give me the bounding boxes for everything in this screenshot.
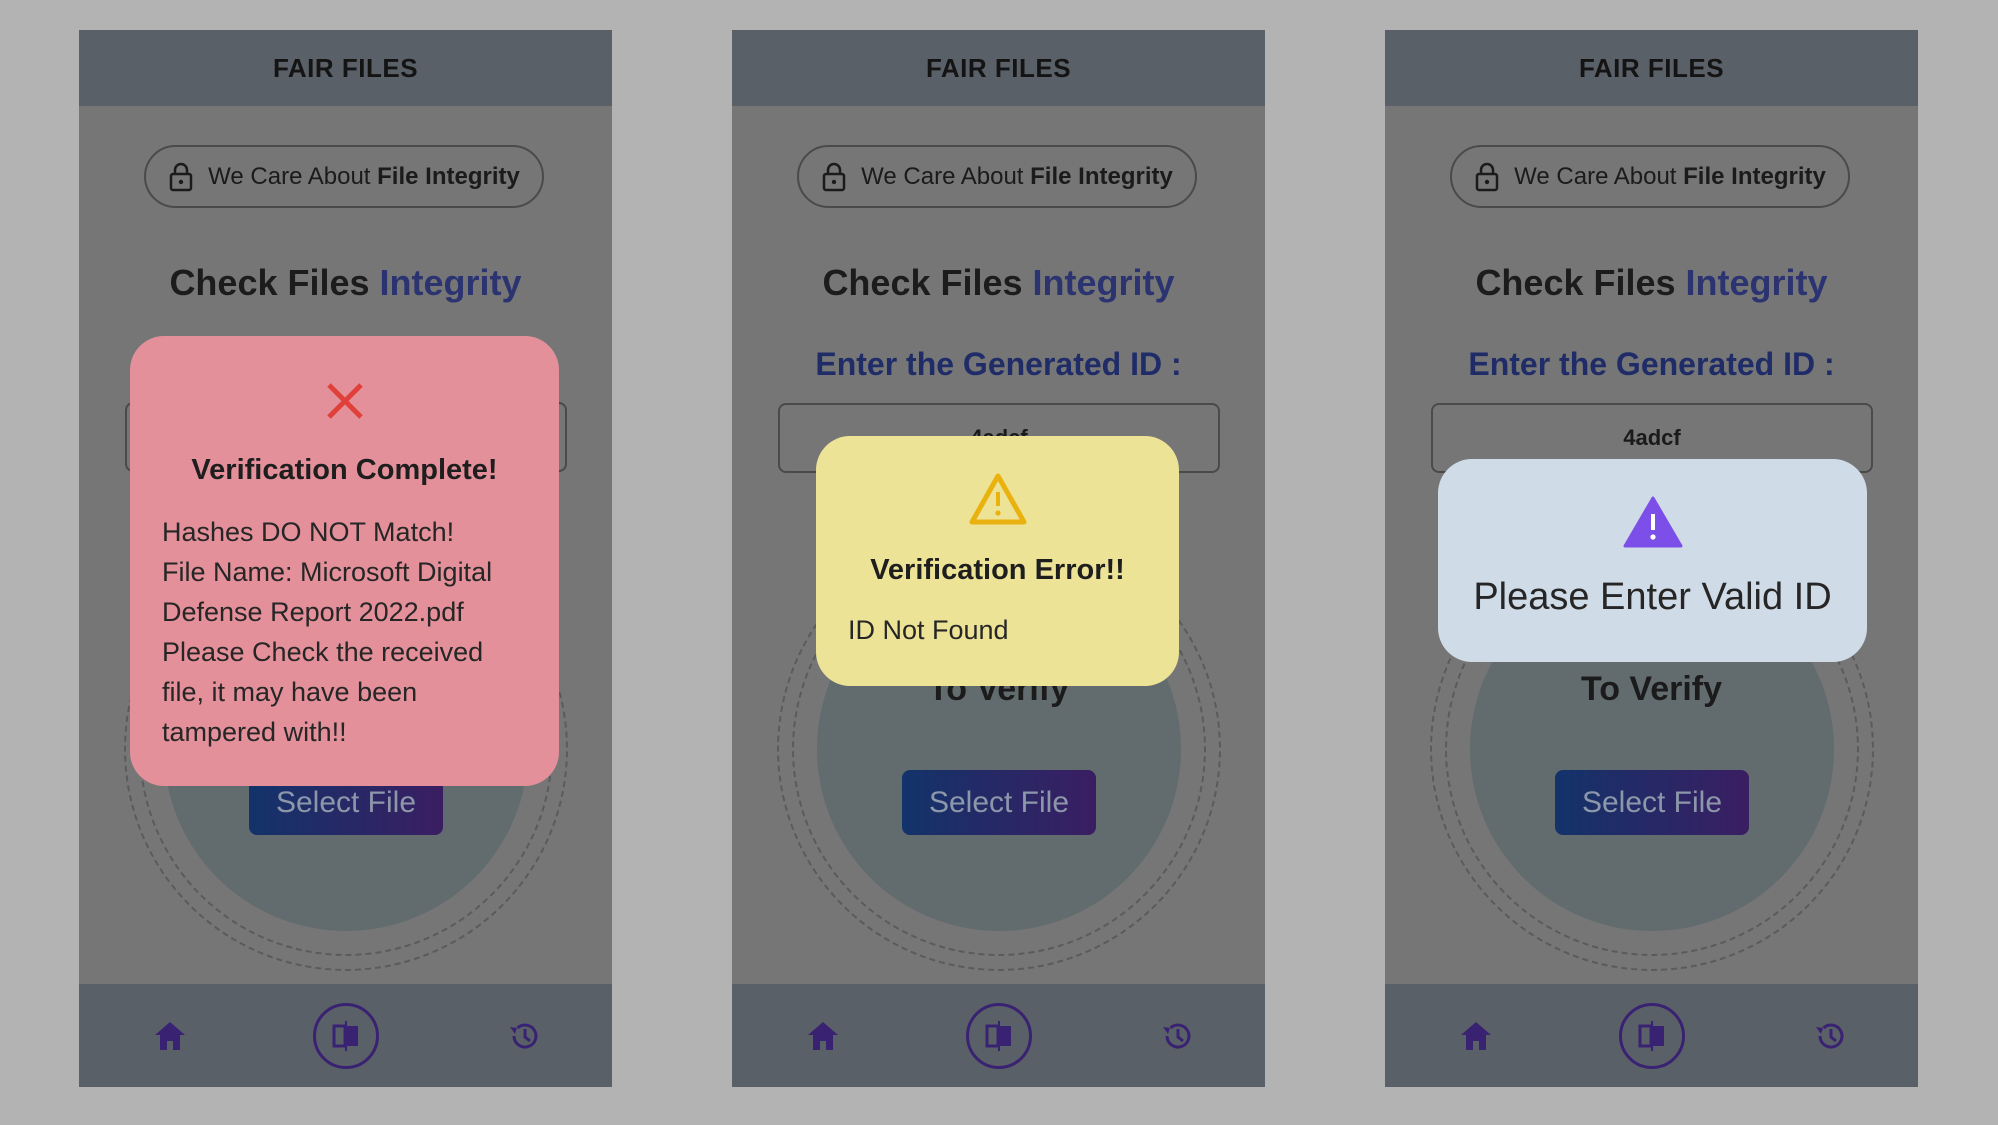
dialog-message: ID Not Found: [848, 610, 1148, 650]
compare-icon: [985, 1021, 1011, 1051]
badge-text: We Care About File Integrity: [1514, 163, 1826, 191]
heading-plain: Check Files: [822, 262, 1033, 303]
page-heading: Check Files Integrity: [79, 262, 612, 304]
badge-text: We Care About File Integrity: [861, 163, 1173, 191]
select-file-button[interactable]: Select File: [902, 770, 1096, 835]
compare-icon: [1638, 1021, 1664, 1051]
lock-icon: [822, 162, 846, 191]
app-bar: FAIR FILES: [79, 30, 612, 106]
heading-accent: Integrity: [1032, 262, 1175, 303]
home-icon[interactable]: [806, 1020, 840, 1052]
compare-files-nav-button[interactable]: [313, 1003, 379, 1069]
close-x-icon: [327, 383, 363, 419]
dialog-message: Please Enter Valid ID: [1438, 577, 1867, 617]
integrity-badge: We Care About File Integrity: [144, 145, 544, 208]
page-heading: Check Files Integrity: [732, 262, 1265, 304]
badge-prefix: We Care About: [208, 162, 378, 190]
bottom-nav: [732, 984, 1265, 1087]
app-bar: FAIR FILES: [1385, 30, 1918, 106]
compare-files-nav-button[interactable]: [966, 1003, 1032, 1069]
select-file-button[interactable]: Select File: [1555, 770, 1749, 835]
invalid-id-dialog: Please Enter Valid ID: [1438, 459, 1867, 662]
dialog-title: Verification Complete!: [191, 454, 498, 486]
home-icon[interactable]: [153, 1020, 187, 1052]
history-icon[interactable]: [1812, 1019, 1848, 1053]
app-title: FAIR FILES: [925, 52, 1072, 83]
app-title: FAIR FILES: [272, 52, 419, 83]
to-verify-label: To Verify: [1580, 670, 1723, 708]
heading-accent: Integrity: [1685, 262, 1828, 303]
lock-icon: [169, 162, 193, 191]
phone-screen-1: FAIR FILES We Care About File Integrity …: [79, 30, 612, 1087]
heading-plain: Check Files: [1475, 262, 1686, 303]
phone-screen-3: FAIR FILES We Care About File Integrity …: [1385, 30, 1918, 1087]
badge-prefix: We Care About: [1514, 162, 1684, 190]
app-title: FAIR FILES: [1578, 52, 1725, 83]
verification-error-dialog: Verification Error!! ID Not Found: [816, 436, 1179, 686]
dialog-line: tampered with!!: [162, 717, 347, 747]
history-icon[interactable]: [1159, 1019, 1195, 1053]
dialog-line: Hashes DO NOT Match!: [162, 517, 455, 547]
integrity-badge: We Care About File Integrity: [1450, 145, 1850, 208]
badge-strong: File Integrity: [377, 162, 520, 190]
verification-result-dialog: Verification Complete! Hashes DO NOT Mat…: [130, 336, 559, 786]
badge-strong: File Integrity: [1030, 162, 1173, 190]
integrity-badge: We Care About File Integrity: [797, 145, 1197, 208]
app-bar: FAIR FILES: [732, 30, 1265, 106]
badge-strong: File Integrity: [1683, 162, 1826, 190]
dialog-line: ID Not Found: [848, 615, 1009, 645]
lock-icon: [1475, 162, 1499, 191]
enter-id-label: Enter the Generated ID :: [815, 346, 1182, 382]
dialog-line: file, it may have been: [162, 677, 418, 707]
bottom-nav: [79, 984, 612, 1087]
dialog-message: Hashes DO NOT Match! File Name: Microsof…: [162, 512, 542, 752]
phone-screen-2: FAIR FILES We Care About File Integrity …: [732, 30, 1265, 1087]
bottom-nav: [1385, 984, 1918, 1087]
warning-filled-icon: [1623, 496, 1683, 548]
heading-accent: Integrity: [379, 262, 522, 303]
compare-files-nav-button[interactable]: [1619, 1003, 1685, 1069]
dialog-line: File Name: Microsoft Digital: [162, 557, 493, 587]
history-icon[interactable]: [506, 1019, 542, 1053]
dialog-line: Defense Report 2022.pdf: [162, 597, 464, 627]
heading-plain: Check Files: [169, 262, 380, 303]
dialog-line: Please Enter Valid ID: [1473, 576, 1832, 618]
compare-icon: [332, 1021, 358, 1051]
home-icon[interactable]: [1459, 1020, 1493, 1052]
badge-prefix: We Care About: [861, 162, 1031, 190]
dialog-title: Verification Error!!: [870, 554, 1125, 586]
enter-id-label: Enter the Generated ID :: [1468, 346, 1835, 382]
badge-text: We Care About File Integrity: [208, 163, 520, 191]
warning-triangle-icon: [969, 473, 1027, 525]
dialog-line: Please Check the received: [162, 637, 484, 667]
page-heading: Check Files Integrity: [1385, 262, 1918, 304]
